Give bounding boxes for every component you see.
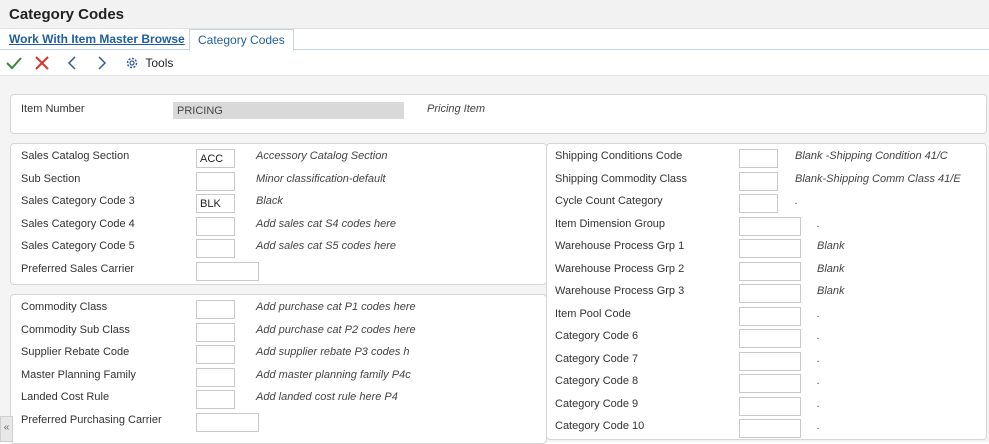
master-planning-family-description: Add master planning family P4c — [256, 368, 411, 381]
sales-category-code-3-field[interactable] — [196, 194, 235, 213]
collapse-side-panel-button[interactable]: « — [0, 416, 13, 442]
item-pool-code-label: Item Pool Code — [555, 307, 631, 320]
page-title: Category Codes — [9, 6, 125, 23]
category-code-8-description: . — [817, 375, 821, 387]
sales-category-code-5-label: Sales Category Code 5 — [21, 240, 135, 252]
warehouse-process-grp-1-description: Blank — [817, 240, 845, 252]
cycle-count-category-field[interactable] — [739, 194, 778, 213]
warehouse-process-grp-3-label: Warehouse Process Grp 3 — [555, 285, 685, 297]
shipping-warehouse-panel: Shipping Conditions Code Blank -Shipping … — [546, 143, 987, 440]
master-planning-family-label: Master Planning Family — [21, 368, 136, 381]
toolbar: Tools — [0, 51, 989, 76]
master-planning-family-field[interactable] — [196, 367, 235, 387]
item-number-label: Item Number — [21, 103, 85, 115]
category-code-10-field[interactable] — [739, 419, 801, 438]
shipping-commodity-class-label: Shipping Commodity Class — [555, 172, 688, 185]
cycle-count-category-description: . — [795, 195, 799, 207]
sub-section-label: Sub Section — [21, 172, 81, 185]
category-code-9-label: Category Code 9 — [555, 397, 639, 410]
item-panel: Item Number Pricing Item — [10, 94, 987, 134]
warehouse-process-grp-1-field[interactable] — [739, 239, 801, 258]
category-code-10-label: Category Code 10 — [555, 420, 645, 432]
sales-category-code-4-label: Sales Category Code 4 — [21, 217, 135, 230]
sales-category-code-4-description: Add sales cat S4 codes here — [256, 217, 397, 230]
commodity-sub-class-description: Add purchase cat P2 codes here — [256, 323, 416, 336]
warehouse-process-grp-1-label: Warehouse Process Grp 1 — [555, 240, 685, 252]
preferred-sales-carrier-label: Preferred Sales Carrier — [21, 262, 135, 275]
category-code-10-description: . — [817, 420, 821, 432]
ok-check-icon[interactable] — [5, 54, 23, 72]
item-pool-code-description: . — [817, 307, 821, 320]
tab-work-with-item-master-browse[interactable]: Work With Item Master Browse — [9, 32, 185, 46]
tools-label: Tools — [145, 55, 174, 70]
category-code-9-description: . — [817, 397, 821, 410]
preferred-purchasing-carrier-field[interactable] — [196, 412, 259, 432]
shipping-commodity-class-field[interactable] — [739, 171, 778, 191]
preferred-sales-carrier-field[interactable] — [196, 261, 259, 281]
category-code-7-description: . — [817, 352, 821, 365]
sales-catalog-section-field[interactable] — [196, 149, 235, 168]
supplier-rebate-code-field[interactable] — [196, 345, 235, 364]
tab-category-codes[interactable]: Category Codes — [189, 29, 294, 51]
sales-category-code-3-description: Black — [256, 195, 283, 207]
next-chevron-icon[interactable] — [92, 54, 110, 72]
category-code-6-description: . — [817, 330, 821, 342]
category-code-6-field[interactable] — [739, 329, 801, 348]
shipping-conditions-code-label: Shipping Conditions Code — [555, 150, 683, 162]
warehouse-process-grp-2-description: Blank — [817, 262, 845, 275]
shipping-commodity-class-description: Blank-Shipping Comm Class 41/E — [795, 172, 961, 185]
cancel-x-icon[interactable] — [33, 54, 51, 72]
tab-bar: Work With Item Master Browse Category Co… — [0, 29, 989, 51]
sales-category-code-5-field[interactable] — [196, 239, 235, 258]
commodity-class-description: Add purchase cat P1 codes here — [256, 301, 416, 313]
item-dimension-group-field[interactable] — [739, 216, 801, 236]
item-dimension-group-label: Item Dimension Group — [555, 217, 666, 230]
category-code-7-label: Category Code 7 — [555, 352, 639, 365]
gear-icon — [126, 57, 138, 69]
category-code-7-field[interactable] — [739, 351, 801, 371]
preferred-purchasing-carrier-label: Preferred Purchasing Carrier — [21, 413, 162, 426]
landed-cost-rule-label: Landed Cost Rule — [21, 391, 110, 403]
commodity-class-field[interactable] — [196, 300, 235, 319]
landed-cost-rule-field[interactable] — [196, 390, 235, 409]
supplier-rebate-code-label: Supplier Rebate Code — [21, 346, 130, 358]
landed-cost-rule-description: Add landed cost rule here P4 — [256, 391, 398, 403]
sales-category-code-3-label: Sales Category Code 3 — [21, 195, 135, 207]
tools-menu-button[interactable]: Tools — [125, 55, 173, 70]
sales-catalog-section-label: Sales Catalog Section — [21, 150, 130, 162]
category-code-9-field[interactable] — [739, 396, 801, 416]
warehouse-process-grp-3-field[interactable] — [739, 284, 801, 303]
warehouse-process-grp-2-label: Warehouse Process Grp 2 — [555, 262, 685, 275]
sub-section-description: Minor classification-default — [256, 172, 386, 185]
commodity-class-label: Commodity Class — [21, 301, 108, 313]
sales-category-panel: Sales Catalog Section Accessory Catalog S… — [10, 143, 547, 285]
category-code-6-label: Category Code 6 — [555, 330, 639, 342]
category-code-8-field[interactable] — [739, 374, 801, 393]
title-bar: Category Codes — [0, 0, 989, 29]
cycle-count-category-label: Cycle Count Category — [555, 195, 663, 207]
category-code-8-label: Category Code 8 — [555, 375, 639, 387]
item-pool-code-field[interactable] — [739, 306, 801, 326]
shipping-conditions-code-description: Blank -Shipping Condition 41/C — [795, 150, 948, 162]
commodity-sub-class-label: Commodity Sub Class — [21, 323, 130, 336]
supplier-rebate-code-description: Add supplier rebate P3 codes h — [256, 346, 410, 358]
shipping-conditions-code-field[interactable] — [739, 149, 778, 168]
item-description: Pricing Item — [427, 103, 486, 115]
sales-category-code-4-field[interactable] — [196, 216, 235, 236]
sales-category-code-5-description: Add sales cat S5 codes here — [256, 240, 397, 252]
form-content: Item Number Pricing Item Sales Catalog S… — [0, 76, 989, 444]
sub-section-field[interactable] — [196, 171, 235, 191]
warehouse-process-grp-3-description: Blank — [817, 285, 845, 297]
commodity-sub-class-field[interactable] — [196, 322, 235, 342]
previous-chevron-icon[interactable] — [64, 54, 82, 72]
item-number-field — [173, 102, 404, 119]
warehouse-process-grp-2-field[interactable] — [739, 261, 801, 281]
purchasing-category-panel: Commodity Class Add purchase cat P1 codes… — [10, 294, 547, 444]
sales-catalog-section-description: Accessory Catalog Section — [256, 150, 388, 162]
item-dimension-group-description: . — [817, 217, 821, 230]
